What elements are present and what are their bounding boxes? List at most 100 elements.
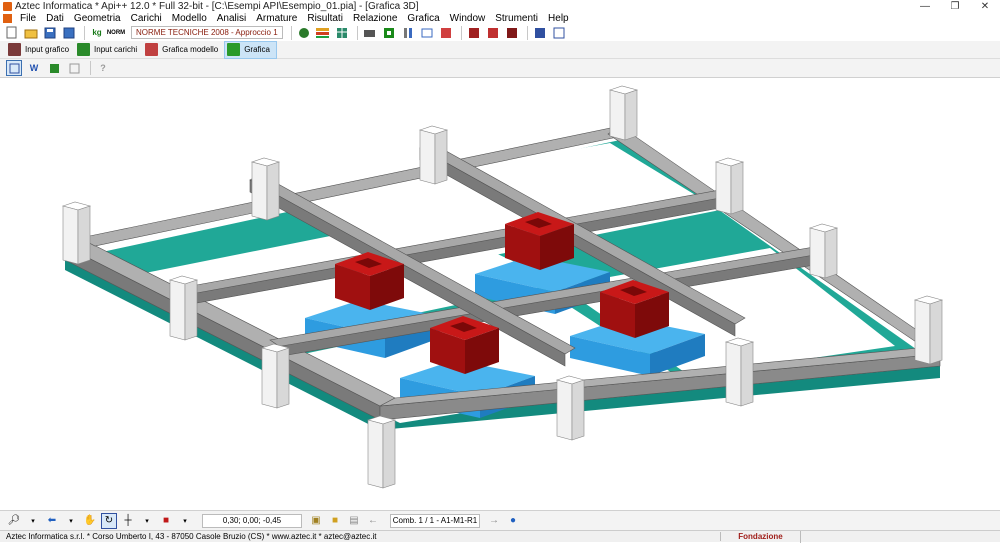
menu-risultati[interactable]: Risultati (302, 13, 348, 24)
grafica-button[interactable]: Grafica (224, 40, 277, 59)
export-image-icon[interactable]: ▤ (346, 513, 362, 529)
3d-viewport[interactable] (0, 78, 1000, 510)
title-bar: Aztec Informatica * Api++ 12.0 * Full 32… (0, 0, 1000, 12)
lock-icon[interactable]: ▣ (308, 513, 324, 529)
menu-grafica[interactable]: Grafica (402, 13, 444, 24)
chevron-down-icon[interactable]: ▾ (177, 513, 193, 529)
globe-icon[interactable]: ● (505, 513, 521, 529)
mode-toolbar: Input grafico Input carichi Grafica mode… (0, 40, 1000, 59)
select-view-icon[interactable] (6, 60, 22, 76)
open-folder-icon[interactable] (23, 26, 39, 40)
model-grid-icon (145, 43, 159, 56)
axes-icon[interactable]: ┼ (120, 513, 136, 529)
folder-icon[interactable]: ■ (327, 513, 343, 529)
view-toolbar: W ? (0, 59, 1000, 78)
pan-hand-icon[interactable]: ✋ (82, 513, 98, 529)
post-front (824, 227, 838, 279)
model-icon[interactable] (362, 26, 378, 40)
post-front (730, 161, 744, 215)
excel-export-icon[interactable] (46, 60, 62, 76)
colors-icon[interactable] (315, 26, 331, 40)
norm-icon[interactable]: NORM (107, 26, 125, 40)
next-combination-icon[interactable]: → (486, 513, 502, 529)
menu-carichi[interactable]: Carichi (126, 13, 167, 24)
document-icon (3, 13, 12, 23)
post-side (62, 205, 79, 265)
units-kg-icon[interactable]: kg (89, 26, 105, 40)
exit-icon[interactable] (532, 26, 548, 40)
menu-armature[interactable]: Armature (251, 13, 302, 24)
zoom-icon[interactable]: 🔎︎ (6, 513, 22, 529)
menu-file[interactable]: File (15, 13, 41, 24)
close-button[interactable]: ✕ (970, 0, 1000, 12)
grafica-modello-label: Grafica modello (162, 45, 219, 54)
help-icon[interactable]: ? (95, 60, 111, 76)
layers-icon[interactable] (419, 26, 435, 40)
section-indicator: Fondazione (720, 532, 800, 541)
chevron-down-icon[interactable]: ▾ (63, 513, 79, 529)
section-icon[interactable] (400, 26, 416, 40)
separator (356, 25, 358, 40)
chevron-down-icon[interactable]: ▾ (139, 513, 155, 529)
window-title: Aztec Informatica * Api++ 12.0 * Full 32… (15, 0, 419, 12)
export-icon[interactable] (466, 26, 482, 40)
post-side (609, 89, 626, 141)
company-info: Aztec Informatica s.r.l. * Corso Umberto… (6, 532, 377, 541)
solid-cube-icon[interactable]: ■ (158, 513, 174, 529)
save-as-icon[interactable] (61, 26, 77, 40)
grafica-modello-button[interactable]: Grafica modello (143, 41, 224, 59)
post-front (571, 379, 585, 441)
analysis-run-icon[interactable] (296, 26, 312, 40)
menu-dati[interactable]: Dati (41, 13, 69, 24)
separator (460, 25, 462, 40)
post-front (382, 419, 396, 489)
mesh-icon[interactable] (381, 26, 397, 40)
menu-window[interactable]: Window (445, 13, 491, 24)
refresh-icon[interactable] (438, 26, 454, 40)
chart-icon (227, 43, 241, 56)
separator (526, 25, 528, 40)
copy-icon[interactable] (66, 60, 82, 76)
menu-strumenti[interactable]: Strumenti (490, 13, 543, 24)
chevron-down-icon[interactable]: ▾ (25, 513, 41, 529)
previous-combination-icon[interactable]: ← (365, 513, 381, 529)
menu-relazione[interactable]: Relazione (348, 13, 402, 24)
foundation-3d-model[interactable] (0, 78, 1000, 510)
post-side (261, 347, 278, 409)
word-export-icon[interactable]: W (26, 60, 42, 76)
post-side (715, 161, 732, 215)
post-front (77, 205, 91, 265)
input-grafico-button[interactable]: Input grafico (6, 41, 75, 59)
menu-help[interactable]: Help (543, 13, 574, 24)
status-panel (800, 530, 1000, 543)
menu-bar: File Dati Geometria Carichi Modello Anal… (0, 12, 1000, 24)
menu-analisi[interactable]: Analisi (212, 13, 251, 24)
new-file-icon[interactable] (4, 26, 20, 40)
post-front (266, 161, 280, 221)
app-icon (3, 1, 12, 11)
combination-field[interactable]: Comb. 1 / 1 - A1-M1-R1 (390, 513, 480, 528)
input-carichi-label: Input carichi (94, 45, 138, 54)
separator (290, 25, 292, 40)
window-icon[interactable] (551, 26, 567, 40)
post-side (725, 341, 742, 407)
print-icon[interactable] (485, 26, 501, 40)
bottom-toolbar: 🔎︎ ▾ ⬅ ▾ ✋ ↻ ┼ ▾ ■ ▾ 0,30; 0,00; -0,45 ▣… (0, 510, 1000, 530)
maximize-button[interactable]: ❐ (940, 0, 970, 12)
minimize-button[interactable]: — (910, 0, 940, 12)
grid-icon (8, 43, 21, 56)
main-toolbar: kg NORM NORME TECNICHE 2008 - Approccio … (0, 24, 1000, 41)
post-side (914, 299, 931, 365)
arrow-left-icon[interactable]: ⬅ (44, 513, 60, 529)
post-front (184, 279, 198, 341)
menu-geometria[interactable]: Geometria (69, 13, 126, 24)
rotate-icon[interactable]: ↻ (101, 512, 117, 529)
input-carichi-button[interactable]: Input carichi (75, 41, 143, 59)
norme-selector[interactable]: NORME TECNICHE 2008 - Approccio 1 (131, 26, 283, 39)
report-icon[interactable] (504, 26, 520, 40)
post-side (169, 279, 186, 341)
post-side (809, 227, 826, 279)
save-icon[interactable] (42, 26, 58, 40)
table-icon[interactable] (334, 26, 350, 40)
menu-modello[interactable]: Modello (167, 13, 212, 24)
